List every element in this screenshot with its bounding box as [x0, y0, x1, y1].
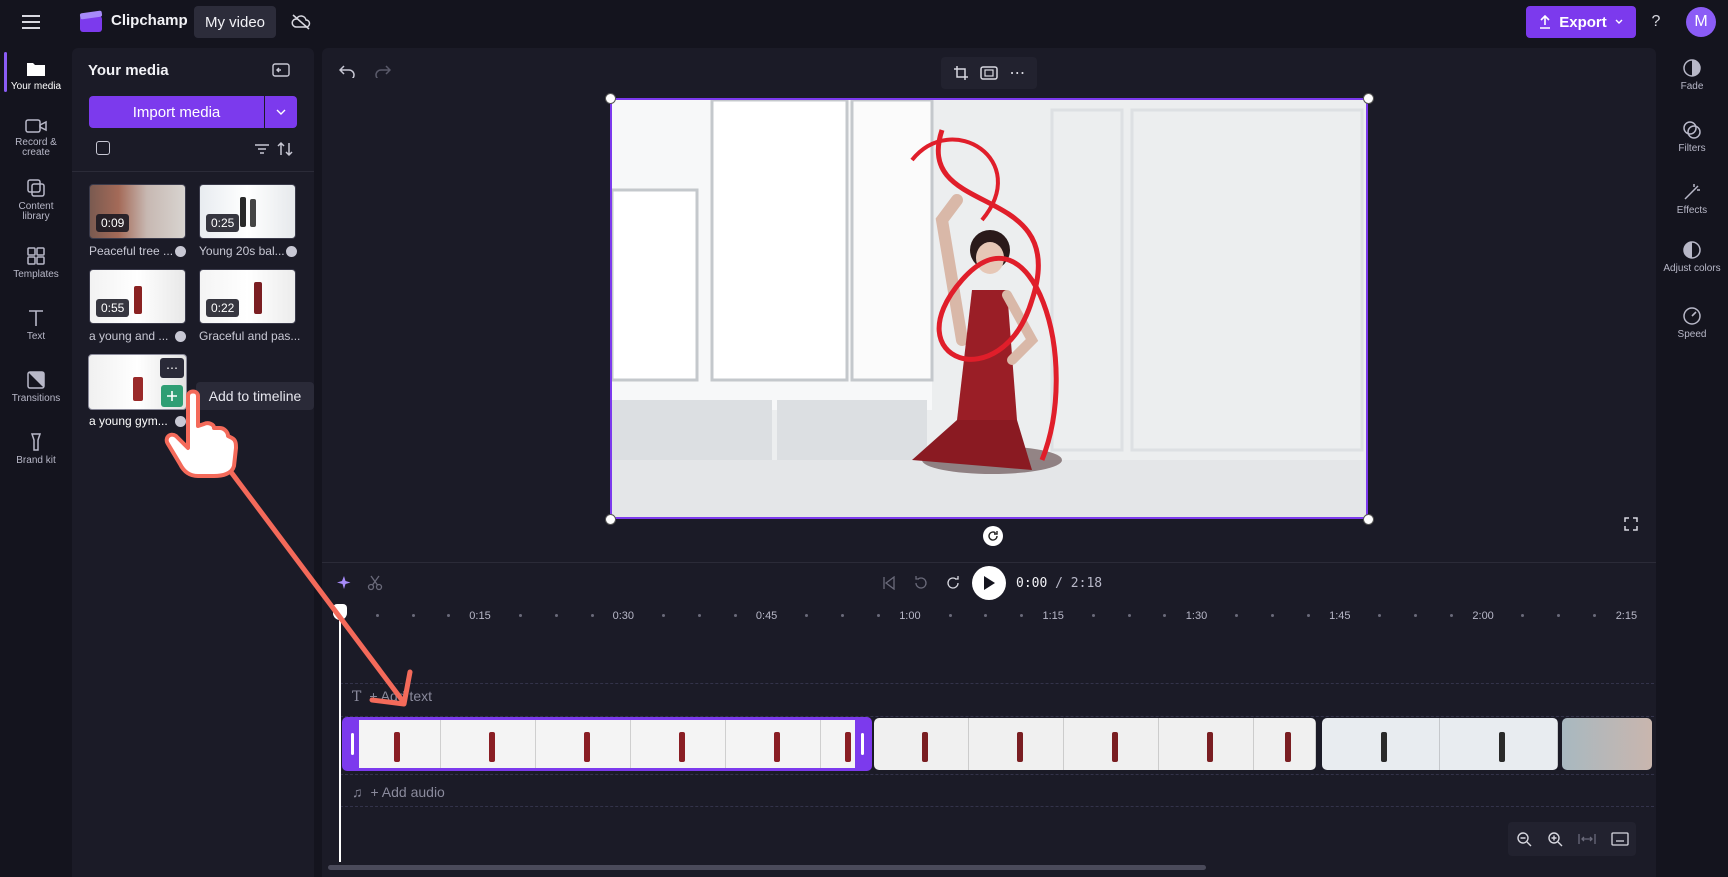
- fit-timeline-icon[interactable]: [1577, 832, 1596, 846]
- hand-cursor-icon: [164, 389, 238, 478]
- drag-arrow-annotation: [219, 457, 413, 707]
- prop-label: Speed: [1677, 329, 1707, 340]
- zoom-in-icon[interactable]: [1547, 831, 1563, 847]
- zoom-controls: [1508, 822, 1636, 856]
- speed-icon: [1683, 307, 1701, 325]
- prop-label: Adjust colors: [1663, 263, 1721, 274]
- prop-label: Effects: [1676, 205, 1708, 216]
- prop-filters[interactable]: Filters: [1660, 120, 1724, 154]
- zoom-out-icon[interactable]: [1516, 831, 1532, 847]
- prop-fade[interactable]: Fade: [1660, 58, 1724, 92]
- prop-adjust-colors[interactable]: Adjust colors: [1660, 240, 1724, 274]
- filters-icon: [1683, 121, 1701, 139]
- fade-icon: [1683, 59, 1701, 77]
- prop-label: Filters: [1678, 143, 1706, 154]
- effects-icon: [1684, 184, 1700, 200]
- prop-speed[interactable]: Speed: [1660, 306, 1724, 340]
- expand-timeline-icon[interactable]: [1610, 832, 1629, 846]
- prop-effects[interactable]: Effects: [1660, 182, 1724, 216]
- prop-label: Fade: [1680, 81, 1704, 92]
- adjust-colors-icon: [1683, 241, 1701, 259]
- timeline-scrollbar[interactable]: [328, 865, 1206, 870]
- property-panel: [1656, 44, 1728, 877]
